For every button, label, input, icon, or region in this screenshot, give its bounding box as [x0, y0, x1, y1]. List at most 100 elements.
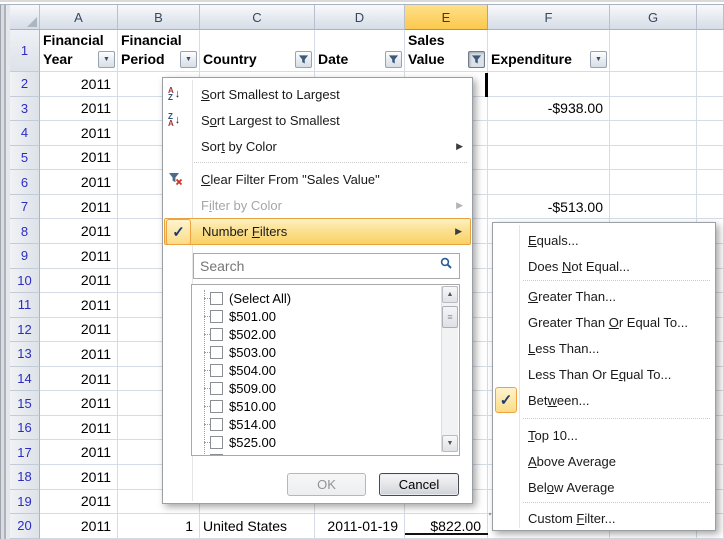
filter-value-option[interactable]: (Select All) [192, 289, 459, 307]
row-header[interactable]: 6 [10, 170, 40, 195]
submenu-item-does-not-equal[interactable]: Does Not Equal... [494, 253, 714, 279]
cell-empty[interactable] [697, 97, 724, 122]
cell-sales-value[interactable]: $822.00 [405, 514, 488, 539]
checkbox[interactable] [210, 454, 223, 457]
cell-financial-year[interactable]: 2011 [40, 244, 118, 269]
filter-value-option[interactable]: $509.00 [192, 379, 459, 397]
filter-active-button-date[interactable] [385, 51, 402, 68]
cell-financial-year[interactable]: 2011 [40, 293, 118, 318]
header-cell-empty[interactable] [610, 30, 697, 72]
cell-empty[interactable] [610, 146, 697, 171]
cell-empty[interactable] [697, 146, 724, 171]
cell-financial-year[interactable]: 2011 [40, 465, 118, 490]
menu-item-clear-filter[interactable]: Clear Filter From "Sales Value" [164, 166, 471, 192]
row-header[interactable]: 13 [10, 342, 40, 367]
submenu-item-greater-than[interactable]: Greater Than... [494, 283, 714, 309]
filter-value-option[interactable]: $525.00 [192, 433, 459, 451]
submenu-item-below-average[interactable]: Below Average [494, 474, 714, 500]
header-cell-expenditure[interactable]: Expenditure ▼ [488, 30, 610, 72]
list-scrollbar[interactable]: ▲ ≡ ▼ [441, 286, 458, 452]
cell-expenditure[interactable]: -$938.00 [488, 97, 610, 122]
filter-value-option[interactable]: $514.00 [192, 415, 459, 433]
cell-empty[interactable] [610, 97, 697, 122]
scroll-up-button[interactable]: ▲ [442, 286, 458, 303]
cell-financial-year[interactable]: 2011 [40, 342, 118, 367]
cell-empty[interactable] [610, 195, 697, 220]
checkbox[interactable] [210, 292, 223, 305]
cell-financial-year[interactable]: 2011 [40, 97, 118, 122]
header-cell-date[interactable]: Date [315, 30, 405, 72]
header-cell-sales-value[interactable]: Sales Value [405, 30, 488, 72]
cell-financial-year[interactable]: 2011 [40, 195, 118, 220]
row-header[interactable]: 10 [10, 269, 40, 294]
header-cell-country[interactable]: Country [200, 30, 315, 72]
filter-value-option-partial[interactable] [192, 451, 459, 456]
cell-expenditure[interactable] [488, 72, 610, 97]
row-header[interactable]: 17 [10, 440, 40, 465]
filter-value-option[interactable]: $501.00 [192, 307, 459, 325]
row-header[interactable]: 20 [10, 514, 40, 539]
menu-item-sort-by-color[interactable]: Sort by Color ▶ [164, 133, 471, 159]
scroll-down-button[interactable]: ▼ [442, 435, 458, 452]
cell-empty[interactable] [610, 121, 697, 146]
scrollbar-thumb[interactable]: ≡ [442, 306, 458, 328]
row-header[interactable]: 7 [10, 195, 40, 220]
submenu-item-between-checked[interactable]: Between... [494, 387, 714, 414]
cell-expenditure[interactable] [488, 146, 610, 171]
row-header[interactable]: 2 [10, 72, 40, 97]
row-header[interactable]: 16 [10, 416, 40, 441]
filter-dropdown-button-financial-year[interactable]: ▼ [98, 51, 115, 68]
cell-empty[interactable] [697, 195, 724, 220]
submenu-item-above-average[interactable]: Above Average [494, 448, 714, 474]
column-header-c[interactable]: C [200, 5, 315, 30]
cell-expenditure[interactable] [488, 170, 610, 195]
cell-expenditure[interactable] [488, 121, 610, 146]
filter-value-option[interactable]: $504.00 [192, 361, 459, 379]
cell-financial-year[interactable]: 2011 [40, 391, 118, 416]
submenu-item-equals[interactable]: Equals... [494, 227, 714, 253]
filter-value-option[interactable]: $502.00 [192, 325, 459, 343]
cell-financial-year[interactable]: 2011 [40, 219, 118, 244]
header-cell-financial-year[interactable]: Financial Year ▼ [40, 30, 118, 72]
cell-financial-year[interactable]: 2011 [40, 121, 118, 146]
row-header[interactable]: 11 [10, 293, 40, 318]
cell-financial-year[interactable]: 2011 [40, 318, 118, 343]
ok-button[interactable]: OK [287, 473, 366, 496]
checkbox[interactable] [210, 310, 223, 323]
select-all-corner[interactable] [10, 5, 40, 30]
filter-value-option[interactable]: $503.00 [192, 343, 459, 361]
cell-empty[interactable] [697, 72, 724, 97]
checkbox[interactable] [210, 364, 223, 377]
search-icon[interactable] [440, 257, 453, 275]
submenu-item-less-than-or-equal[interactable]: Less Than Or Equal To... [494, 361, 714, 387]
row-header[interactable]: 3 [10, 97, 40, 122]
checkbox[interactable] [210, 346, 223, 359]
column-header-b[interactable]: B [118, 5, 200, 30]
column-header-g[interactable]: G [610, 5, 697, 30]
cell-financial-year[interactable]: 2011 [40, 269, 118, 294]
cell-empty[interactable] [610, 170, 697, 195]
cell-date[interactable]: 2011-01-19 [315, 514, 405, 539]
column-header-f[interactable]: F [488, 5, 610, 30]
cell-financial-year[interactable]: 2011 [40, 514, 118, 539]
row-header[interactable]: 5 [10, 146, 40, 171]
filter-active-button-country[interactable] [295, 51, 312, 68]
row-header[interactable]: 19 [10, 490, 40, 515]
header-cell-empty[interactable] [697, 30, 724, 72]
checkbox[interactable] [210, 418, 223, 431]
column-header-partial[interactable] [697, 5, 724, 30]
checkbox[interactable] [210, 400, 223, 413]
cell-financial-year[interactable]: 2011 [40, 146, 118, 171]
column-header-d[interactable]: D [315, 5, 405, 30]
cell-empty[interactable] [610, 72, 697, 97]
cell-financial-year[interactable]: 2011 [40, 416, 118, 441]
cell-financial-year[interactable]: 2011 [40, 440, 118, 465]
row-header[interactable]: 18 [10, 465, 40, 490]
cell-country[interactable]: United States [200, 514, 315, 539]
cell-empty[interactable] [697, 170, 724, 195]
cell-financial-period[interactable]: 1 [118, 514, 200, 539]
submenu-item-less-than[interactable]: Less Than... [494, 335, 714, 361]
header-cell-financial-period[interactable]: Financial Period ▼ [118, 30, 200, 72]
row-header[interactable]: 4 [10, 121, 40, 146]
search-input[interactable] [194, 258, 440, 274]
